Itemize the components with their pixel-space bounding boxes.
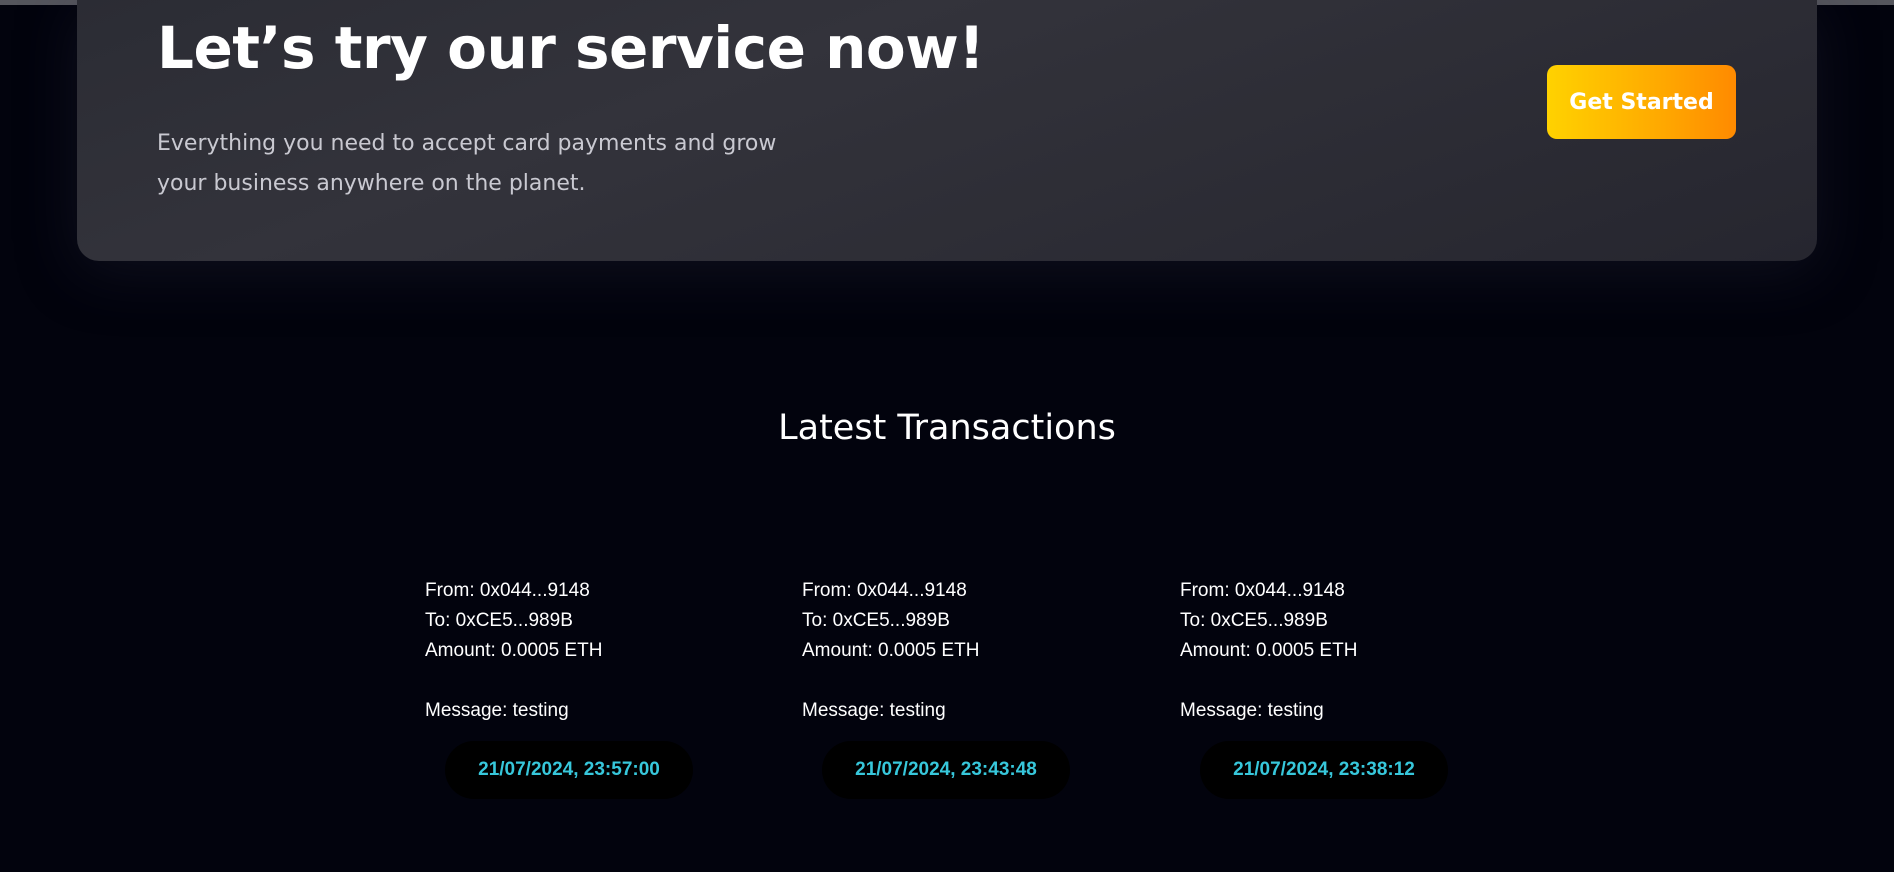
transaction-message: Message: testing <box>1180 700 1324 721</box>
transaction-card: From: 0x044...9148 To: 0xCE5...989B Amou… <box>1180 576 1480 806</box>
cta-subtitle: Everything you need to accept card payme… <box>157 131 777 196</box>
transaction-to: To: 0xCE5...989B <box>1180 610 1328 631</box>
transaction-timestamp: 21/07/2024, 23:57:00 <box>478 759 660 780</box>
transaction-from: From: 0x044...9148 <box>1180 580 1345 601</box>
transaction-timestamp-pill: 21/07/2024, 23:38:12 <box>1200 741 1448 799</box>
transaction-timestamp: 21/07/2024, 23:43:48 <box>855 759 1037 780</box>
transaction-timestamp-pill: 21/07/2024, 23:57:00 <box>445 741 693 799</box>
transaction-from: From: 0x044...9148 <box>425 580 590 601</box>
transaction-card: From: 0x044...9148 To: 0xCE5...989B Amou… <box>802 576 1102 806</box>
transaction-amount: Amount: 0.0005 ETH <box>425 640 603 661</box>
transaction-amount: Amount: 0.0005 ETH <box>802 640 980 661</box>
transaction-message: Message: testing <box>425 700 569 721</box>
transaction-amount: Amount: 0.0005 ETH <box>1180 640 1358 661</box>
transaction-message: Message: testing <box>802 700 946 721</box>
cta-title: Let’s try our service now! <box>157 14 985 82</box>
latest-transactions-title: Latest Transactions <box>778 408 1116 448</box>
get-started-button[interactable]: Get Started <box>1547 65 1736 139</box>
transaction-timestamp-pill: 21/07/2024, 23:43:48 <box>822 741 1070 799</box>
transaction-from: From: 0x044...9148 <box>802 580 967 601</box>
transaction-timestamp: 21/07/2024, 23:38:12 <box>1233 759 1415 780</box>
transaction-to: To: 0xCE5...989B <box>802 610 950 631</box>
transaction-to: To: 0xCE5...989B <box>425 610 573 631</box>
transaction-card: From: 0x044...9148 To: 0xCE5...989B Amou… <box>425 576 725 806</box>
